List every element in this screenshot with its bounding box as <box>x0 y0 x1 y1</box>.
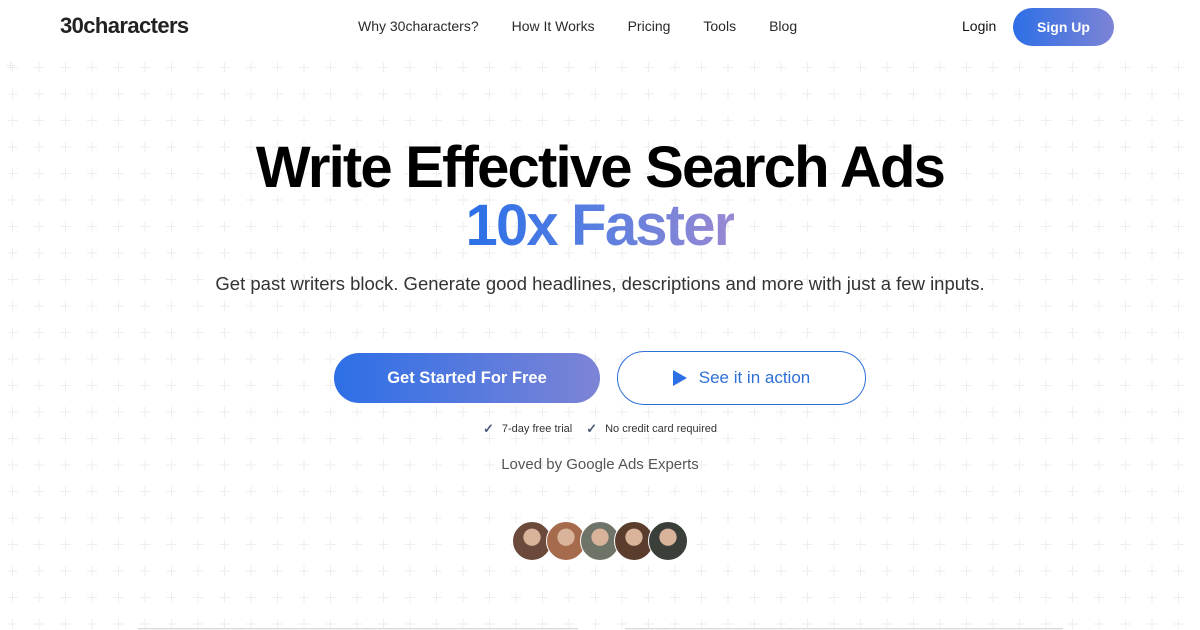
see-it-in-action-button[interactable]: See it in action <box>617 351 866 405</box>
hero-section: Write Effective Search Ads 10x Faster Ge… <box>0 0 1200 630</box>
nav-how-it-works[interactable]: How It Works <box>512 18 595 34</box>
benefit-checks: ✓ 7-day free trial ✓ No credit card requ… <box>0 421 1200 437</box>
login-link[interactable]: Login <box>962 18 996 34</box>
nav-tools[interactable]: Tools <box>703 18 736 34</box>
hero-subtitle: Get past writers block. Generate good he… <box>215 273 985 294</box>
get-started-button[interactable]: Get Started For Free <box>334 353 600 403</box>
nav-pricing[interactable]: Pricing <box>628 18 671 34</box>
nav-blog[interactable]: Blog <box>769 18 797 34</box>
nav-why[interactable]: Why 30characters? <box>358 18 479 34</box>
avatar-group <box>512 521 688 561</box>
play-icon <box>672 370 687 386</box>
hero-title-gradient-text: 10x Faster <box>465 193 737 258</box>
logo[interactable]: 30characters <box>60 13 189 39</box>
avatar-5 <box>648 521 688 561</box>
check-label: 7-day free trial <box>501 423 573 435</box>
check-item-no-card: ✓ No credit card required <box>586 421 717 437</box>
signup-button[interactable]: Sign Up <box>1013 8 1114 46</box>
check-item-trial: ✓ 7-day free trial <box>483 421 572 437</box>
hero-title-highlight: 10x Faster <box>0 195 1200 257</box>
checkmark-icon: ✓ <box>586 421 598 436</box>
social-proof-text: Loved by Google Ads Experts <box>501 456 699 473</box>
hero-title: Write Effective Search Ads <box>255 135 946 200</box>
checkmark-icon: ✓ <box>482 421 494 436</box>
see-it-in-action-label: See it in action <box>698 368 811 387</box>
check-label: No credit card required <box>605 423 717 435</box>
main-nav: Why 30characters? How It Works Pricing T… <box>358 18 830 34</box>
site-header: 30characters Why 30characters? How It Wo… <box>0 0 1200 55</box>
